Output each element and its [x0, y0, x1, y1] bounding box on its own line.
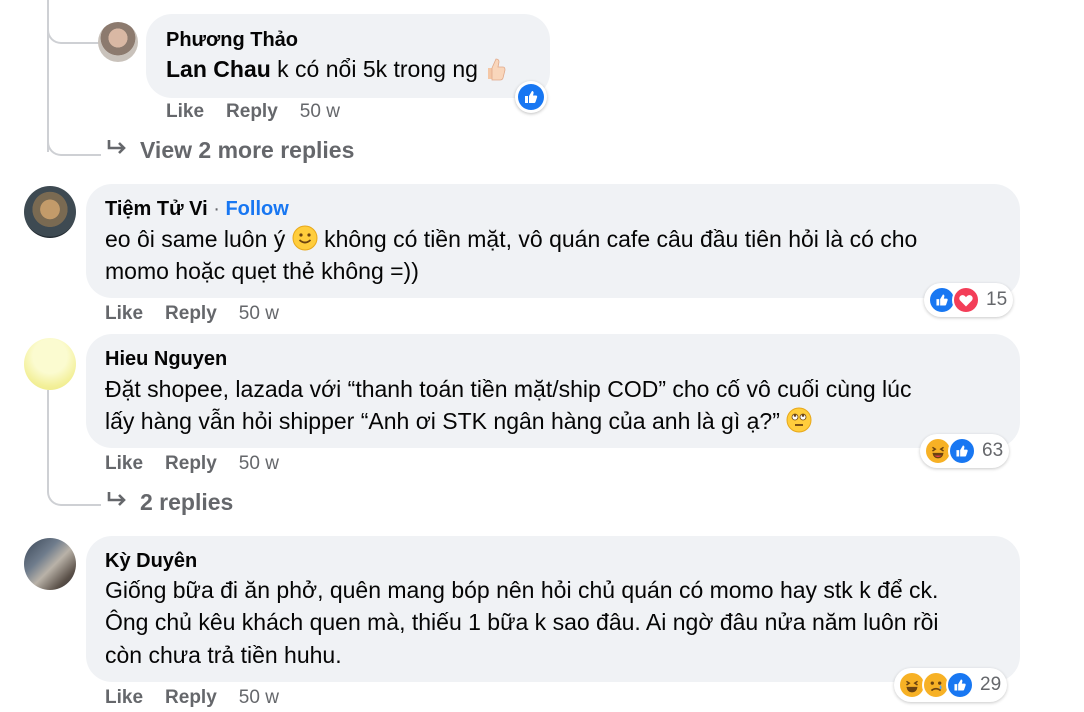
reaction-count: 63: [982, 440, 1004, 461]
comment-text: Lan Chau k có nổi 5k trong ng: [166, 53, 506, 89]
comment-body: k có nổi 5k trong ng: [277, 56, 478, 82]
like-button[interactable]: Like: [105, 453, 143, 474]
separator-dot: ·: [213, 198, 220, 220]
eyeroll-emoji-icon: [786, 407, 812, 441]
avatar-phuong-thao[interactable]: [98, 22, 138, 62]
comment-text: Giống bữa đi ăn phở, quên mang bóp nên h…: [105, 577, 939, 603]
reply-arrow-icon: [106, 137, 130, 164]
avatar-ky-duyen[interactable]: [24, 538, 76, 590]
reactions-summary[interactable]: 63: [920, 434, 1010, 468]
comment-text: eo ôi same luôn ý không có tiền mặt, vô …: [105, 223, 917, 259]
comment-author[interactable]: Tiệm Tử Vi · Follow: [105, 198, 289, 221]
follow-button[interactable]: Follow: [225, 198, 288, 220]
view-replies-button[interactable]: 2 replies: [106, 489, 233, 516]
comment-text-line2: momo hoặc quẹt thẻ không =)): [105, 258, 419, 284]
comment-line: eo ôi same luôn ý: [105, 226, 286, 252]
comment-line: lấy hàng vẫn hỏi shipper “Anh ơi STK ngâ…: [105, 408, 780, 434]
like-button[interactable]: Like: [166, 101, 204, 122]
comment-author[interactable]: Kỳ Duyên: [105, 550, 197, 573]
comment-actions: Like Reply 50 w: [166, 101, 340, 123]
like-button[interactable]: Like: [105, 687, 143, 708]
comment-line: không có tiền mặt, vô quán cafe câu đầu …: [324, 226, 918, 252]
thread-branch-reply: [47, 0, 101, 44]
reply-button[interactable]: Reply: [165, 687, 217, 708]
view-more-replies-button[interactable]: View 2 more replies: [106, 137, 354, 164]
view-more-label: View 2 more replies: [140, 137, 355, 163]
timestamp[interactable]: 50 w: [239, 687, 279, 708]
thread-branch-more: [47, 120, 101, 156]
comment-actions: Like Reply 50 w: [105, 687, 279, 709]
reactions-summary[interactable]: 29: [894, 668, 1008, 702]
thumbs-up-emoji-icon: [484, 57, 506, 89]
avatar-hieu-nguyen[interactable]: [24, 338, 76, 390]
reactions-summary[interactable]: 15: [924, 283, 1014, 317]
comment-author[interactable]: Phương Thảo: [166, 29, 298, 52]
avatar-tiem-tu-vi[interactable]: [24, 186, 76, 238]
comment-actions: Like Reply 50 w: [105, 453, 279, 475]
timestamp[interactable]: 50 w: [300, 101, 340, 122]
reply-button[interactable]: Reply: [165, 303, 217, 324]
like-icon: [946, 671, 974, 699]
like-reaction-badge[interactable]: [515, 81, 547, 113]
comment-text-line3: còn chưa trả tiền huhu.: [105, 642, 342, 668]
author-name[interactable]: Tiệm Tử Vi: [105, 198, 208, 220]
mention-link[interactable]: Lan Chau: [166, 56, 271, 82]
timestamp[interactable]: 50 w: [239, 303, 279, 324]
smile-emoji-icon: [292, 225, 318, 259]
love-icon: [952, 286, 980, 314]
comment-text-line2: Ông chủ kêu khách quen mà, thiếu 1 bữa k…: [105, 609, 939, 635]
comment-text: Đặt shopee, lazada với “thanh toán tiền …: [105, 376, 912, 402]
reply-arrow-icon: [106, 489, 130, 516]
reply-button[interactable]: Reply: [226, 101, 278, 122]
timestamp[interactable]: 50 w: [239, 453, 279, 474]
like-icon: [518, 84, 544, 110]
like-icon: [948, 437, 976, 465]
reaction-count: 15: [986, 289, 1008, 310]
reply-button[interactable]: Reply: [165, 453, 217, 474]
reaction-count: 29: [980, 674, 1002, 695]
replies-label: 2 replies: [140, 489, 234, 515]
comment-author[interactable]: Hieu Nguyen: [105, 348, 227, 371]
like-button[interactable]: Like: [105, 303, 143, 324]
comment-text-line2: lấy hàng vẫn hỏi shipper “Anh ơi STK ngâ…: [105, 405, 812, 441]
comment-actions: Like Reply 50 w: [105, 303, 279, 325]
